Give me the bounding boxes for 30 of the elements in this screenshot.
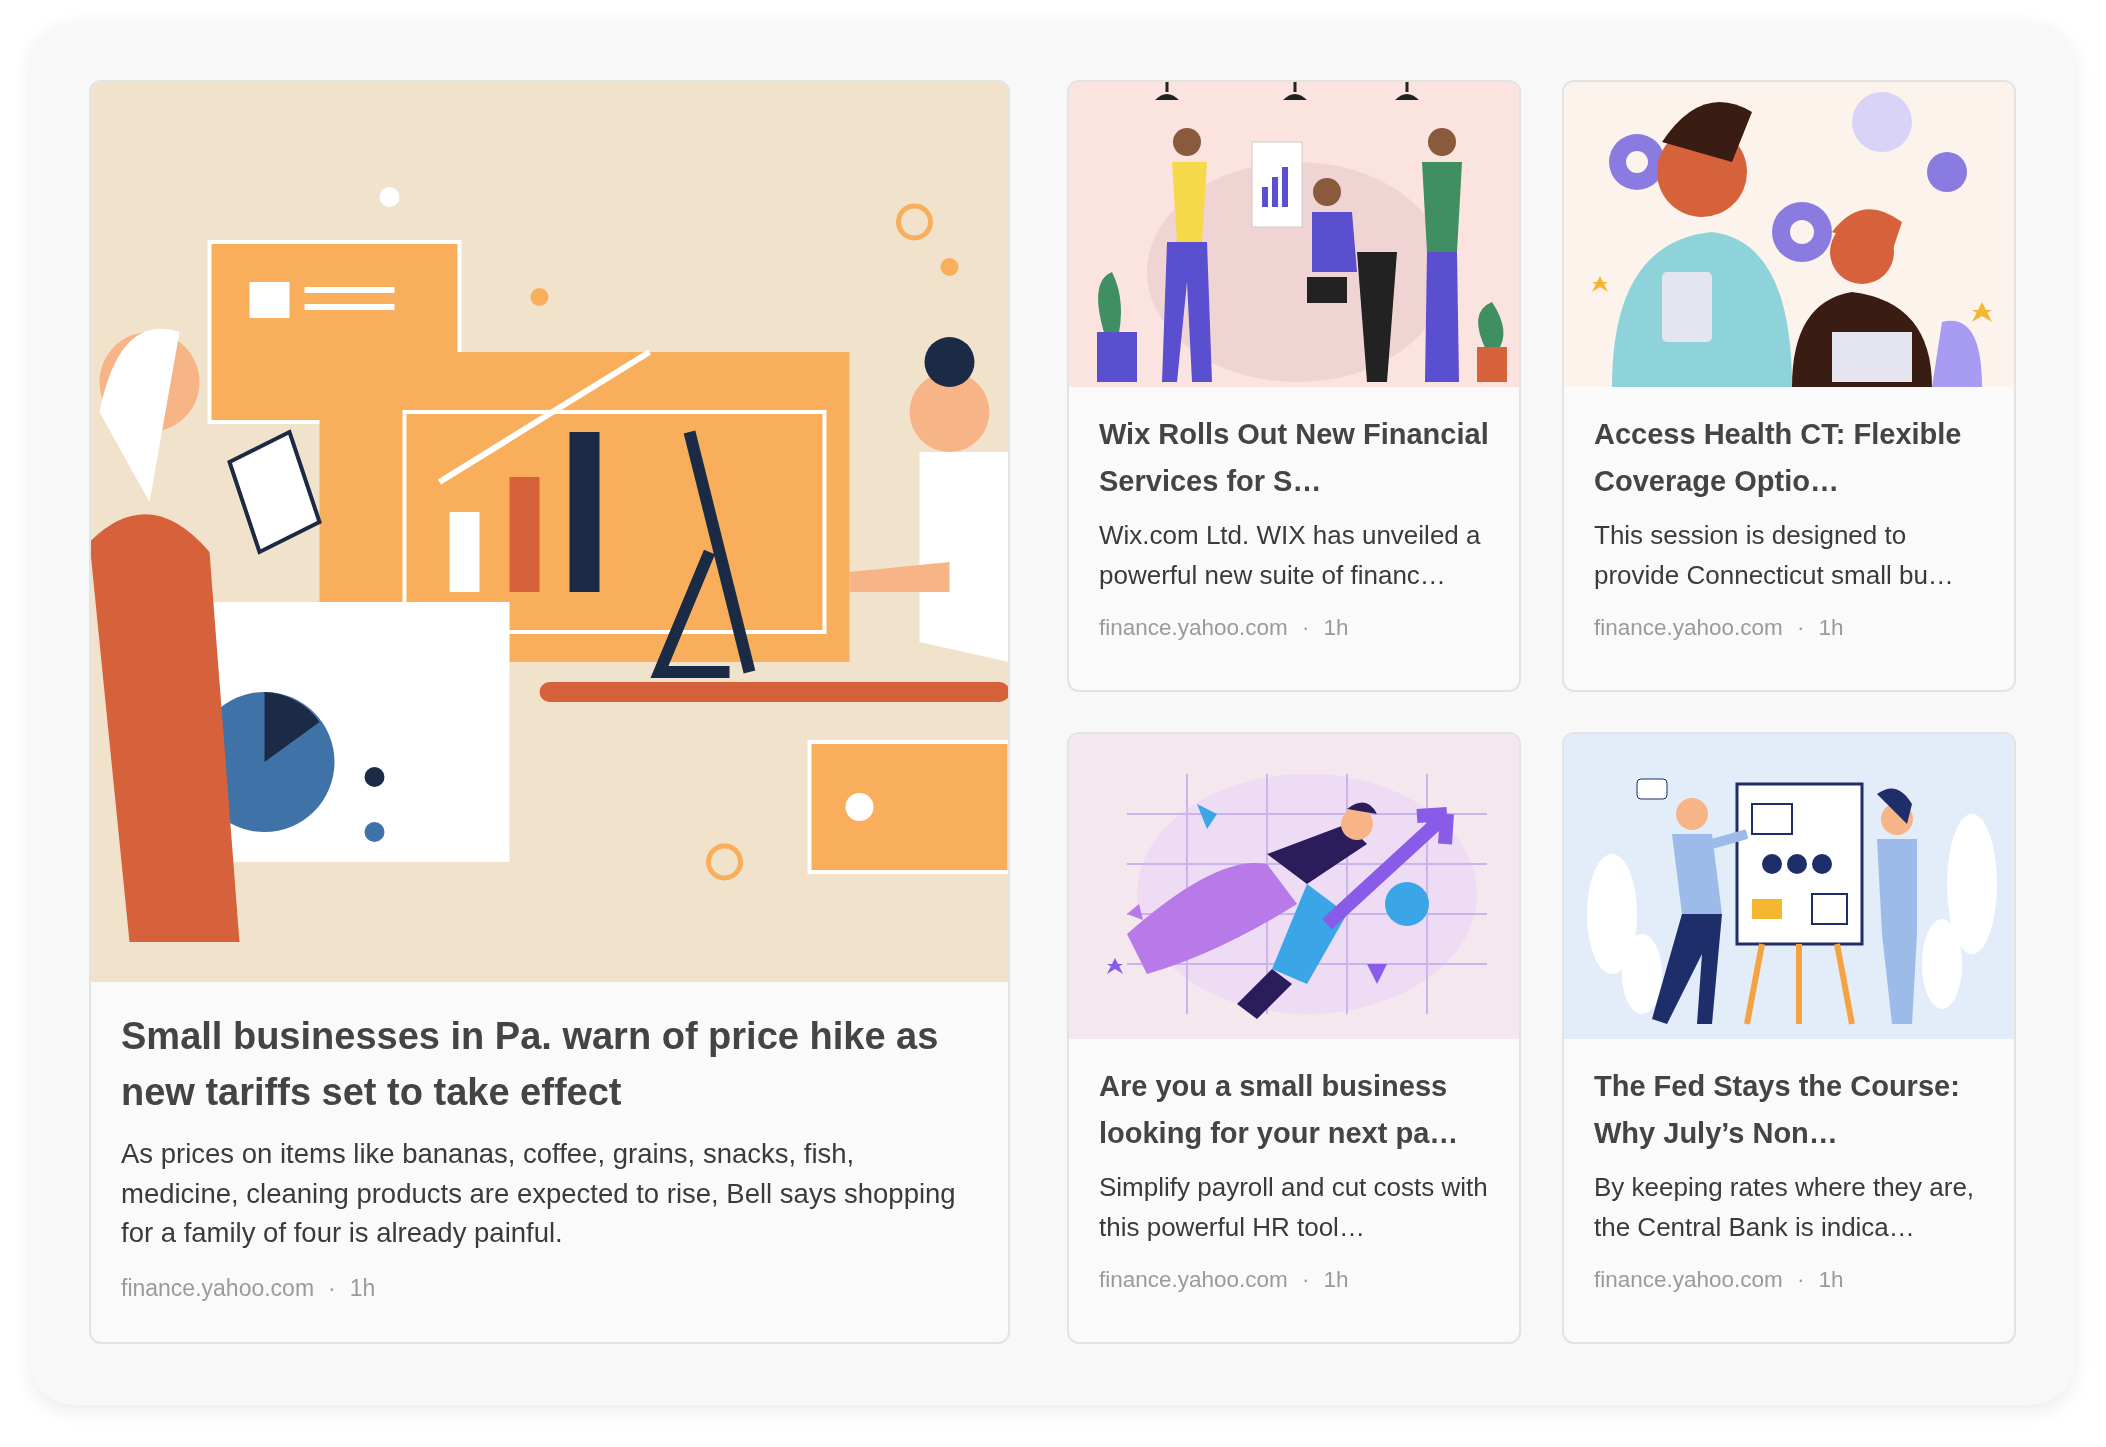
separator-dot: · [1796,1267,1805,1293]
headline[interactable]: Wix Rolls Out New Financial Services for S… [1099,411,1489,505]
source: finance.yahoo.com [1099,1267,1288,1293]
timestamp: 1h [1818,1267,1844,1293]
summary: By keeping rates where they are, the Central Bank is indica… [1594,1171,1976,1244]
separator-dot: · [1796,615,1805,641]
headline[interactable]: Access Health CT: Flexible Coverage Optio… [1594,411,1984,505]
timestamp: 1h [1323,615,1349,641]
news-card[interactable]: The Fed Stays the Course: Why July’s Non… By keeping rates where they are, the Central Bank is indica… finance.yahoo.com · 1h [1562,732,2016,1344]
summary: Wix.com Ltd. WIX has unveiled a powerful new suite of financ… [1099,519,1482,592]
source: finance.yahoo.com [1099,615,1288,641]
separator-dot: · [328,1274,336,1302]
summary: As prices on items like bananas, coffee, grains, snacks, fish, medicine, cleaning products are expected to rise, Bell says shopping for a family of four is already painful. [121,1137,957,1250]
headline[interactable]: Are you a small business looking for your next pa… [1099,1063,1489,1157]
source: finance.yahoo.com [1594,615,1783,641]
headline[interactable]: Small businesses in Pa. warn of price hike as new tariffs set to take effect [121,1008,978,1120]
source: finance.yahoo.com [121,1274,315,1302]
featured-news-card[interactable] [89,80,1010,1344]
news-card[interactable]: Access Health CT: Flexible Coverage Optio… This session is designed to provide Connecticut small bu… finance.yahoo.com · 1h [1562,80,2016,692]
headline[interactable]: The Fed Stays the Course: Why July’s Non… [1594,1063,1984,1157]
news-card[interactable]: Are you a small business looking for your next pa… Simplify payroll and cut costs with this powerful HR tool… finance.yahoo.com · 1h [1067,732,1521,1344]
timestamp: 1h [1323,1267,1349,1293]
separator-dot: · [1301,1267,1310,1293]
summary: Simplify payroll and cut costs with this powerful HR tool… [1099,1171,1489,1244]
timestamp: 1h [349,1274,376,1302]
source: finance.yahoo.com [1594,1267,1783,1293]
news-card[interactable]: Wix Rolls Out New Financial Services for S… Wix.com Ltd. WIX has unveiled a powerful new suite of financ… finance.yahoo.com · 1h [1067,80,1521,692]
separator-dot: · [1301,615,1310,641]
timestamp: 1h [1818,615,1844,641]
summary: This session is designed to provide Connecticut small bu… [1594,519,1955,592]
